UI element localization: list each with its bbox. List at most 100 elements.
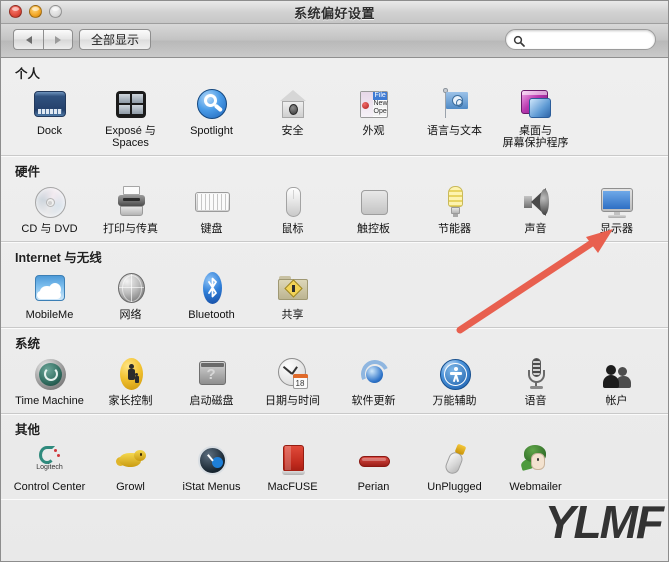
pane-accounts[interactable]: 帐户 (576, 354, 657, 407)
ylmf-watermark: YLMF (544, 496, 664, 548)
pane-label: CD 与 DVD (21, 223, 78, 235)
chevron-left-icon (25, 35, 32, 44)
pane-label: Control Center (13, 481, 86, 493)
pane-universal-access[interactable]: 万能辅助 (414, 354, 495, 407)
pane-label: 键盘 (200, 223, 223, 235)
section-system: 系统 Time Machine 家长控制 ? 启动磁盘 18 日期与时间 软件更… (1, 328, 668, 414)
appearance-icon: File New Ope (355, 85, 393, 123)
pane-parental-controls[interactable]: 家长控制 (90, 354, 171, 407)
pane-network[interactable]: 网络 (90, 268, 171, 321)
pane-label: Perian (357, 481, 390, 493)
pane-label: 桌面与 屏幕保护程序 (502, 125, 569, 149)
pane-displays[interactable]: 显示器 (576, 182, 657, 235)
pane-energy-saver[interactable]: 节能器 (414, 182, 495, 235)
pane-control-center[interactable]: Logitech Control Center (9, 440, 90, 493)
pane-expose-spaces[interactable]: Exposé 与 Spaces (90, 84, 171, 149)
search-box[interactable] (505, 29, 656, 50)
pane-mobileme[interactable]: MobileMe (9, 268, 90, 321)
pane-label: 触控板 (357, 223, 390, 235)
pane-row-hardware: CD 与 DVD 打印与传真 键盘 鼠标 触控板 节能器 声音 显示器 (1, 182, 668, 241)
startup-disk-icon: ? (193, 355, 231, 393)
logitech-control-center-icon: Logitech (31, 441, 69, 479)
pane-label: 帐户 (605, 395, 628, 407)
pane-label: 语音 (524, 395, 547, 407)
keyboard-icon (193, 183, 231, 221)
pane-unplugged[interactable]: UnPlugged (414, 440, 495, 493)
pane-sound[interactable]: 声音 (495, 182, 576, 235)
search-icon (513, 34, 525, 47)
spotlight-icon (193, 85, 231, 123)
pane-time-machine[interactable]: Time Machine (9, 354, 90, 407)
pane-trackpad[interactable]: 触控板 (333, 182, 414, 235)
back-button[interactable] (13, 29, 43, 50)
pane-macfuse[interactable]: MacFUSE (252, 440, 333, 493)
pane-security[interactable]: 安全 (252, 84, 333, 149)
pane-label: 网络 (119, 309, 142, 321)
pane-label: Dock (36, 125, 63, 137)
pane-perian[interactable]: Perian (333, 440, 414, 493)
print-fax-icon (112, 183, 150, 221)
sound-icon (517, 183, 555, 221)
pane-row-other: Logitech Control Center Growl iStat Menu… (1, 440, 668, 499)
section-personal: 个人 Dock Exposé 与 Spaces Spotlight 安全 Fil… (1, 58, 668, 156)
navigation-buttons (13, 29, 73, 50)
pane-webmailer[interactable]: Webmailer (495, 440, 576, 493)
calendar-day-number: 18 (295, 379, 305, 388)
pane-desktop-screensaver[interactable]: 桌面与 屏幕保护程序 (495, 84, 576, 149)
pane-date-time[interactable]: 18 日期与时间 (252, 354, 333, 407)
startup-disk-question-mark: ? (206, 366, 216, 383)
pane-bluetooth[interactable]: Bluetooth (171, 268, 252, 321)
chevron-right-icon (55, 35, 61, 44)
pane-row-internet: MobileMe 网络 Bluetooth 共享 (1, 268, 668, 327)
pane-appearance[interactable]: File New Ope 外观 (333, 84, 414, 149)
trackpad-icon (355, 183, 393, 221)
pane-sharing[interactable]: 共享 (252, 268, 333, 321)
software-update-icon (355, 355, 393, 393)
pane-istat-menus[interactable]: iStat Menus (171, 440, 252, 493)
pane-label: UnPlugged (427, 481, 482, 493)
istat-menus-icon (193, 441, 231, 479)
section-other: 其他 Logitech Control Center Growl iStat M… (1, 414, 668, 499)
pane-label: Time Machine (15, 395, 84, 407)
section-internet-wireless: Internet 与无线 MobileMe 网络 Bluetooth 共享 (1, 242, 668, 328)
pane-spotlight[interactable]: Spotlight (171, 84, 252, 149)
forward-button[interactable] (43, 29, 73, 50)
mouse-icon (274, 183, 312, 221)
pane-growl[interactable]: Growl (90, 440, 171, 493)
pane-label: 软件更新 (351, 395, 396, 407)
sharing-icon (274, 269, 312, 307)
pane-speech[interactable]: 语音 (495, 354, 576, 407)
pane-cd-dvd[interactable]: CD 与 DVD (9, 182, 90, 235)
security-icon (274, 85, 312, 123)
pane-software-update[interactable]: 软件更新 (333, 354, 414, 407)
displays-icon (598, 183, 636, 221)
pane-mouse[interactable]: 鼠标 (252, 182, 333, 235)
pane-dock[interactable]: Dock (9, 84, 90, 149)
pane-label: iStat Menus (182, 481, 241, 493)
pane-label: Growl (116, 481, 145, 493)
title-bar: 系统偏好设置 (1, 1, 668, 24)
mobileme-icon (31, 269, 69, 307)
pane-label: 打印与传真 (103, 223, 158, 235)
appearance-open-label: Ope (373, 108, 387, 115)
pane-label: 显示器 (600, 223, 633, 235)
section-title-hardware: 硬件 (15, 165, 41, 179)
universal-access-icon (436, 355, 474, 393)
pane-print-fax[interactable]: 打印与传真 (90, 182, 171, 235)
parental-controls-icon (112, 355, 150, 393)
pane-keyboard[interactable]: 键盘 (171, 182, 252, 235)
pane-label: Webmailer (509, 481, 562, 493)
search-input[interactable] (525, 33, 655, 46)
pane-row-system: Time Machine 家长控制 ? 启动磁盘 18 日期与时间 软件更新 万… (1, 354, 668, 413)
desktop-screensaver-icon (517, 85, 555, 123)
show-all-button[interactable]: 全部显示 (79, 29, 152, 50)
pane-label: 安全 (281, 125, 304, 137)
toolbar: 全部显示 (1, 24, 668, 58)
pane-label: MacFUSE (267, 481, 318, 493)
logitech-brand-label: Logitech (36, 464, 63, 471)
pane-startup-disk[interactable]: ? 启动磁盘 (171, 354, 252, 407)
pane-label: 外观 (362, 125, 385, 137)
preference-panes-area: 个人 Dock Exposé 与 Spaces Spotlight 安全 Fil… (1, 58, 668, 561)
time-machine-icon (31, 355, 69, 393)
pane-language-text[interactable]: 语言与文本 (414, 84, 495, 149)
